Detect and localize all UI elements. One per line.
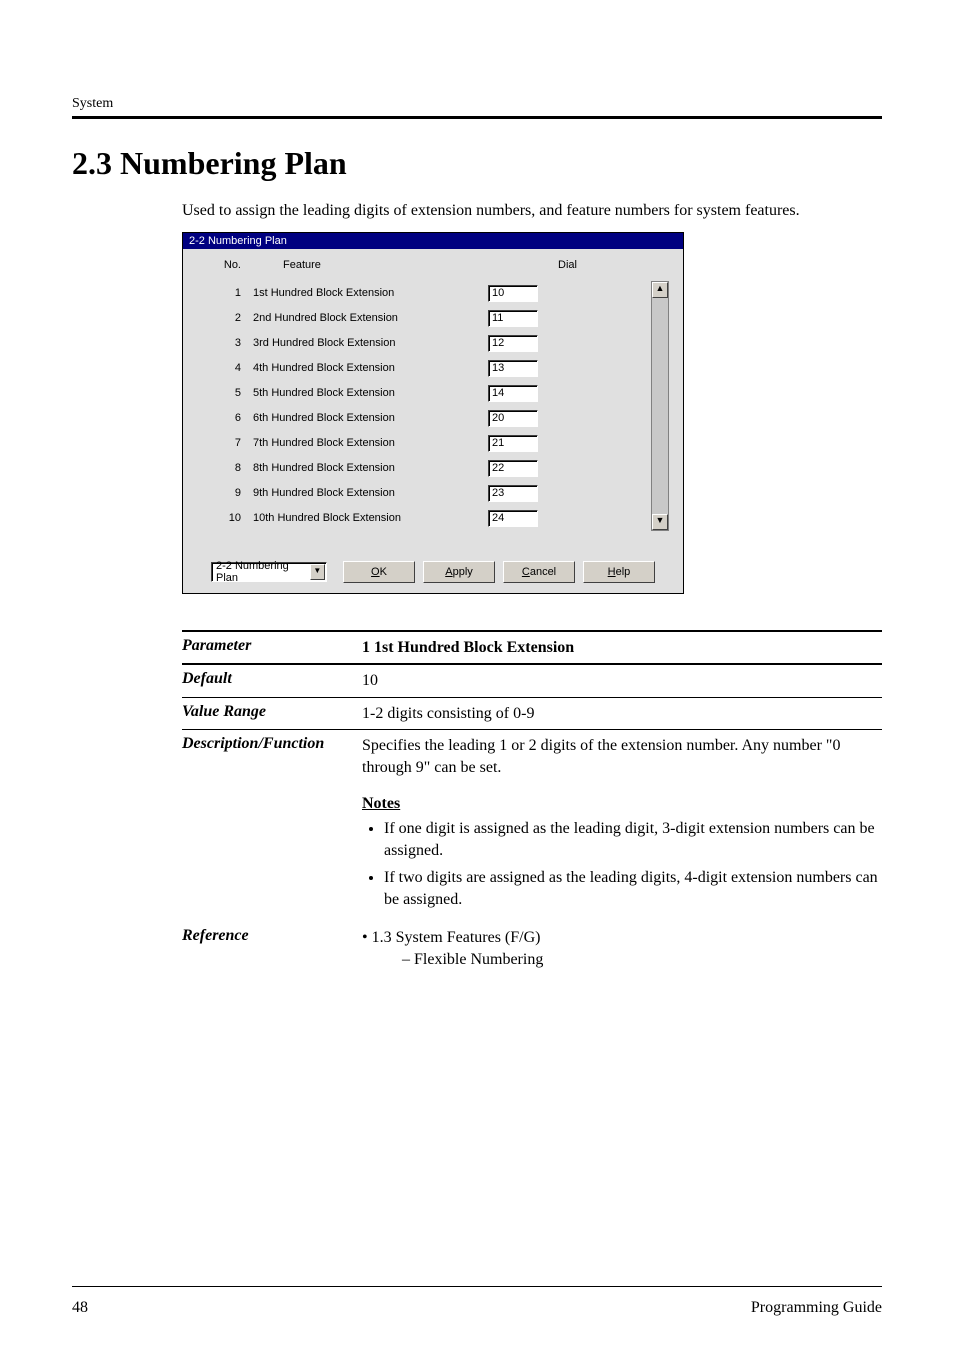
page-number: 48 xyxy=(72,1299,88,1317)
table-row: 1 1st Hundred Block Extension 10 xyxy=(201,281,665,306)
table-body: 1 1st Hundred Block Extension 10 2 2nd H… xyxy=(201,281,665,531)
cancel-button[interactable]: Cancel xyxy=(503,561,575,583)
table-header: No. Feature Dial xyxy=(201,259,665,271)
section-combo[interactable]: 2-2 Numbering Plan ▼ xyxy=(211,562,327,582)
dial-input[interactable]: 11 xyxy=(488,310,538,327)
row-feature: 8th Hundred Block Extension xyxy=(253,462,488,474)
header-rule xyxy=(72,116,882,119)
table-row: 3 3rd Hundred Block Extension 12 xyxy=(201,331,665,356)
label-value-range: Value Range xyxy=(182,703,362,725)
row-feature: 10th Hundred Block Extension xyxy=(253,512,488,524)
table-row: 4 4th Hundred Block Extension 13 xyxy=(201,356,665,381)
parameter-block: Parameter 1 1st Hundred Block Extension … xyxy=(182,630,882,977)
table-row: 8 8th Hundred Block Extension 22 xyxy=(201,456,665,481)
dialog-window: 2-2 Numbering Plan No. Feature Dial 1 1s… xyxy=(182,232,684,594)
table-row: 5 5th Hundred Block Extension 14 xyxy=(201,381,665,406)
ok-button[interactable]: OK xyxy=(343,561,415,583)
apply-button[interactable]: Apply xyxy=(423,561,495,583)
dial-input[interactable]: 10 xyxy=(488,285,538,302)
col-no-header: No. xyxy=(201,259,253,271)
row-no: 4 xyxy=(201,362,253,374)
notes-heading: Notes xyxy=(362,793,882,815)
row-no: 8 xyxy=(201,462,253,474)
row-no: 3 xyxy=(201,337,253,349)
row-feature: 4th Hundred Block Extension xyxy=(253,362,488,374)
row-no: 6 xyxy=(201,412,253,424)
dialog-titlebar: 2-2 Numbering Plan xyxy=(183,233,683,249)
table-row: 10 10th Hundred Block Extension 24 xyxy=(201,506,665,531)
dial-input[interactable]: 23 xyxy=(488,485,538,502)
dial-input[interactable]: 14 xyxy=(488,385,538,402)
reference-line2: – Flexible Numbering xyxy=(362,949,882,971)
note-item: If one digit is assigned as the leading … xyxy=(384,818,882,861)
row-no: 7 xyxy=(201,437,253,449)
label-parameter: Parameter xyxy=(182,637,362,659)
label-description: Description/Function xyxy=(182,735,362,916)
dialog-footer: 2-2 Numbering Plan ▼ OK Apply Cancel Hel… xyxy=(201,555,665,591)
row-feature: 6th Hundred Block Extension xyxy=(253,412,488,424)
note-item: If two digits are assigned as the leadin… xyxy=(384,867,882,910)
label-reference: Reference xyxy=(182,927,362,972)
dial-input[interactable]: 21 xyxy=(488,435,538,452)
row-feature: 1st Hundred Block Extension xyxy=(253,287,488,299)
combo-value: 2-2 Numbering Plan xyxy=(216,560,310,584)
row-feature: 7th Hundred Block Extension xyxy=(253,437,488,449)
value-range: 1-2 digits consisting of 0-9 xyxy=(362,703,882,725)
table-row: 7 7th Hundred Block Extension 21 xyxy=(201,431,665,456)
help-button[interactable]: Help xyxy=(583,561,655,583)
dial-input[interactable]: 12 xyxy=(488,335,538,352)
label-default: Default xyxy=(182,670,362,692)
row-no: 5 xyxy=(201,387,253,399)
dial-input[interactable]: 13 xyxy=(488,360,538,377)
row-no: 1 xyxy=(201,287,253,299)
value-description: Specifies the leading 1 or 2 digits of t… xyxy=(362,735,882,778)
row-feature: 3rd Hundred Block Extension xyxy=(253,337,488,349)
row-feature: 2nd Hundred Block Extension xyxy=(253,312,488,324)
reference-line1: • 1.3 System Features (F/G) xyxy=(362,927,882,949)
row-no: 2 xyxy=(201,312,253,324)
scroll-down-icon[interactable]: ▼ xyxy=(652,514,668,530)
dial-input[interactable]: 20 xyxy=(488,410,538,427)
scrollbar[interactable]: ▲ ▼ xyxy=(651,281,669,531)
intro-paragraph: Used to assign the leading digits of ext… xyxy=(182,200,882,222)
table-row: 6 6th Hundred Block Extension 20 xyxy=(201,406,665,431)
scroll-up-icon[interactable]: ▲ xyxy=(652,282,668,298)
row-feature: 9th Hundred Block Extension xyxy=(253,487,488,499)
col-feature-header: Feature xyxy=(253,259,518,271)
value-default: 10 xyxy=(362,670,882,692)
footer-guide: Programming Guide xyxy=(751,1299,882,1317)
footer-rule xyxy=(72,1286,882,1287)
row-no: 10 xyxy=(201,512,253,524)
row-feature: 5th Hundred Block Extension xyxy=(253,387,488,399)
col-dial-header: Dial xyxy=(518,259,665,271)
running-head: System xyxy=(72,96,882,112)
row-no: 9 xyxy=(201,487,253,499)
value-parameter: 1 1st Hundred Block Extension xyxy=(362,637,882,659)
table-row: 2 2nd Hundred Block Extension 11 xyxy=(201,306,665,331)
table-row: 9 9th Hundred Block Extension 23 xyxy=(201,481,665,506)
chevron-down-icon[interactable]: ▼ xyxy=(310,564,325,580)
page-title: 2.3 Numbering Plan xyxy=(72,145,882,182)
dial-input[interactable]: 22 xyxy=(488,460,538,477)
dial-input[interactable]: 24 xyxy=(488,510,538,527)
